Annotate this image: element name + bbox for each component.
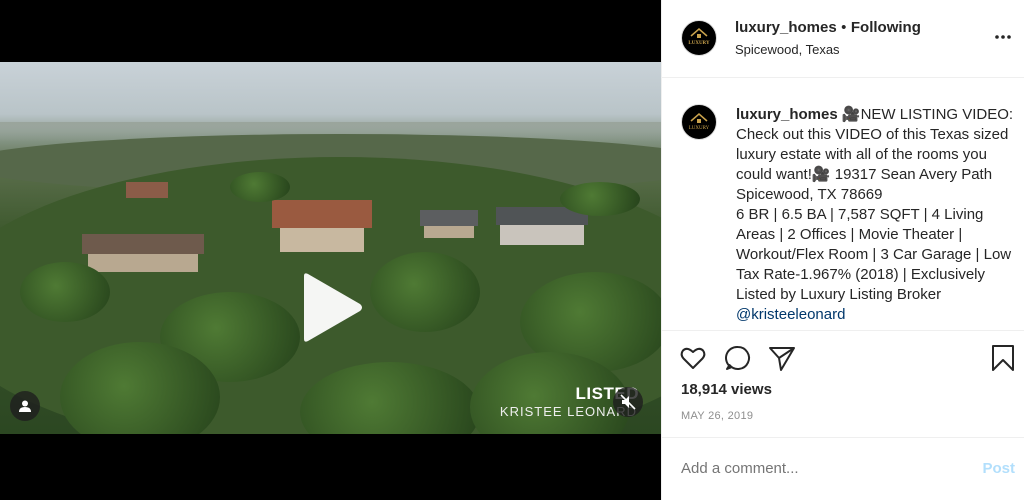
- house-right-2: [496, 207, 588, 249]
- house-far: [126, 182, 168, 198]
- post-header: LUXURY luxury_homes • Following Spicewoo…: [662, 0, 1024, 78]
- caption-username[interactable]: luxury_homes: [736, 106, 838, 123]
- header-username[interactable]: luxury_homes: [735, 19, 837, 36]
- play-icon[interactable]: [296, 270, 366, 345]
- share-icon[interactable]: [768, 344, 796, 372]
- mute-icon: [620, 394, 636, 410]
- user-icon: [19, 400, 31, 412]
- mute-button[interactable]: [613, 387, 643, 417]
- video-frame[interactable]: [0, 62, 661, 434]
- avatar[interactable]: LUXURY: [681, 20, 717, 56]
- header-line: luxury_homes • Following: [735, 19, 921, 37]
- caption-body: 🎥NEW LISTING VIDEO: Check out this VIDEO…: [736, 106, 1014, 303]
- post-date: MAY 26, 2019: [681, 410, 754, 422]
- post-button[interactable]: Post: [982, 460, 1015, 477]
- avatar-logo: LUXURY: [686, 24, 712, 52]
- bookmark-icon[interactable]: [989, 344, 1017, 372]
- caption-text: luxury_homes 🎥NEW LISTING VIDEO: Check o…: [736, 105, 1021, 325]
- house-right-1: [420, 210, 478, 240]
- header-separator: •: [841, 19, 847, 36]
- comment-box: Post: [662, 437, 1024, 500]
- house-center: [272, 200, 372, 260]
- tree: [20, 262, 110, 322]
- tree: [560, 182, 640, 216]
- tree: [230, 172, 290, 202]
- caption-mention[interactable]: @kristeeleonard: [736, 306, 845, 323]
- video-player[interactable]: LISTED KRISTEE LEONARD: [0, 0, 661, 500]
- caption-block: LUXURY luxury_homes 🎥NEW LISTING VIDEO: …: [662, 78, 1024, 331]
- heart-icon[interactable]: [679, 344, 707, 372]
- avatar-logo: LUXURY: [689, 113, 710, 131]
- tree: [370, 252, 480, 332]
- more-icon[interactable]: [993, 27, 1013, 47]
- tagged-users-button[interactable]: [10, 391, 40, 421]
- header-location[interactable]: Spicewood, Texas: [735, 42, 840, 57]
- svg-text:LUXURY: LUXURY: [688, 41, 710, 46]
- post-panel: LUXURY luxury_homes • Following Spicewoo…: [661, 0, 1024, 500]
- comment-icon[interactable]: [724, 344, 752, 372]
- following-button[interactable]: Following: [851, 19, 921, 36]
- comment-input[interactable]: [681, 460, 951, 477]
- view-count[interactable]: 18,914 views: [681, 381, 772, 398]
- svg-text:LUXURY: LUXURY: [689, 126, 710, 131]
- house-left: [82, 234, 204, 274]
- caption-avatar[interactable]: LUXURY: [681, 104, 717, 140]
